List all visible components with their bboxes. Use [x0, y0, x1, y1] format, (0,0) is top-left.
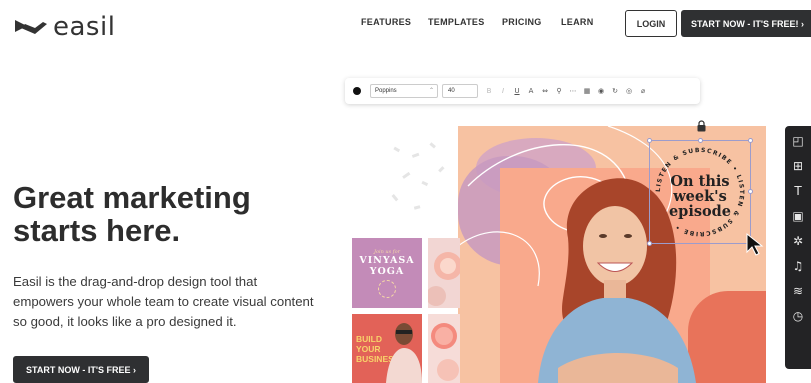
- link-icon[interactable]: ⌀: [638, 84, 648, 98]
- yoga-circle-decoration: [378, 279, 396, 298]
- template-thumbnail-business[interactable]: BUILD YOUR BUSINESS: [352, 314, 422, 383]
- more-icon[interactable]: ⋯: [568, 84, 578, 98]
- login-button[interactable]: LOGIN: [625, 10, 677, 37]
- text-color-icon[interactable]: A: [526, 84, 536, 98]
- hero-title: Great marketing starts here.: [13, 180, 251, 248]
- template-thumbnail-food[interactable]: [428, 238, 460, 308]
- decorative-shapes: [391, 142, 445, 210]
- nav-pricing[interactable]: PRICING: [502, 17, 542, 27]
- person-icon[interactable]: ⚲: [554, 84, 564, 98]
- rotate-icon[interactable]: ↻: [610, 84, 620, 98]
- image-icon[interactable]: ▣: [791, 209, 805, 223]
- template-thumbnail-grapefruit[interactable]: [428, 314, 460, 383]
- layout-icon[interactable]: ⊞: [791, 159, 805, 173]
- shapes-icon[interactable]: ✲: [791, 234, 805, 248]
- lock-icon[interactable]: [696, 120, 707, 132]
- spacing-icon[interactable]: ⇔: [540, 84, 550, 98]
- badge-line-2: week's: [673, 188, 727, 205]
- bold-icon[interactable]: B: [484, 84, 494, 98]
- music-icon[interactable]: ♫: [791, 259, 805, 273]
- resize-handle-tr[interactable]: [748, 138, 753, 143]
- badge-line-1: On this: [670, 173, 730, 190]
- logo-text: easil: [53, 12, 116, 42]
- sticker-icon[interactable]: ◰: [791, 134, 805, 148]
- cursor-icon: [746, 232, 764, 256]
- layers-icon[interactable]: ≋: [791, 284, 805, 298]
- resize-handle-bl[interactable]: [647, 241, 652, 246]
- grapefruit-photo: [431, 323, 459, 381]
- editor-side-panel: ◰ ⊞ T ▣ ✲ ♫ ≋ ◷: [785, 126, 811, 369]
- text-icon[interactable]: T: [791, 184, 805, 198]
- yoga-title-line-1: VINYASA: [359, 254, 415, 266]
- easil-logo-icon: [15, 20, 47, 34]
- nav-learn[interactable]: LEARN: [561, 17, 594, 27]
- nav-templates[interactable]: TEMPLATES: [428, 17, 485, 27]
- resize-handle-t[interactable]: [698, 138, 703, 143]
- start-now-hero-button[interactable]: START NOW - IT'S FREE ›: [13, 356, 149, 383]
- editor-toolbar: Poppins 40 B I U A ⇔ ⚲ ⋯ ▦ ◉ ↻ ◎ ⌀: [345, 78, 700, 104]
- grid-icon[interactable]: ▦: [582, 84, 592, 98]
- business-man-photo: [386, 323, 422, 383]
- resize-handle-r[interactable]: [748, 189, 753, 194]
- text-color-swatch[interactable]: [353, 87, 361, 95]
- food-photo: [428, 252, 460, 306]
- nav-features[interactable]: FEATURES: [361, 17, 411, 27]
- timer-icon[interactable]: ◷: [791, 309, 805, 323]
- yoga-title-line-2: YOGA: [369, 265, 405, 277]
- italic-icon[interactable]: I: [498, 84, 508, 98]
- start-now-header-button[interactable]: START NOW - IT'S FREE! ›: [681, 10, 811, 37]
- layers-icon[interactable]: ◎: [624, 84, 634, 98]
- circle-icon[interactable]: ◉: [596, 84, 606, 98]
- badge-headline: On this week's episode: [668, 174, 732, 219]
- resize-handle-tl[interactable]: [647, 138, 652, 143]
- badge-line-3: episode: [668, 203, 732, 220]
- logo[interactable]: easil: [13, 12, 115, 42]
- font-size-select[interactable]: 40: [442, 84, 478, 98]
- underline-icon[interactable]: U: [512, 84, 522, 98]
- hero-description: Easil is the drag-and-drop design tool t…: [13, 274, 314, 329]
- template-thumbnail-yoga[interactable]: Join us for VINYASA YOGA: [352, 238, 422, 308]
- font-select[interactable]: Poppins: [370, 84, 438, 98]
